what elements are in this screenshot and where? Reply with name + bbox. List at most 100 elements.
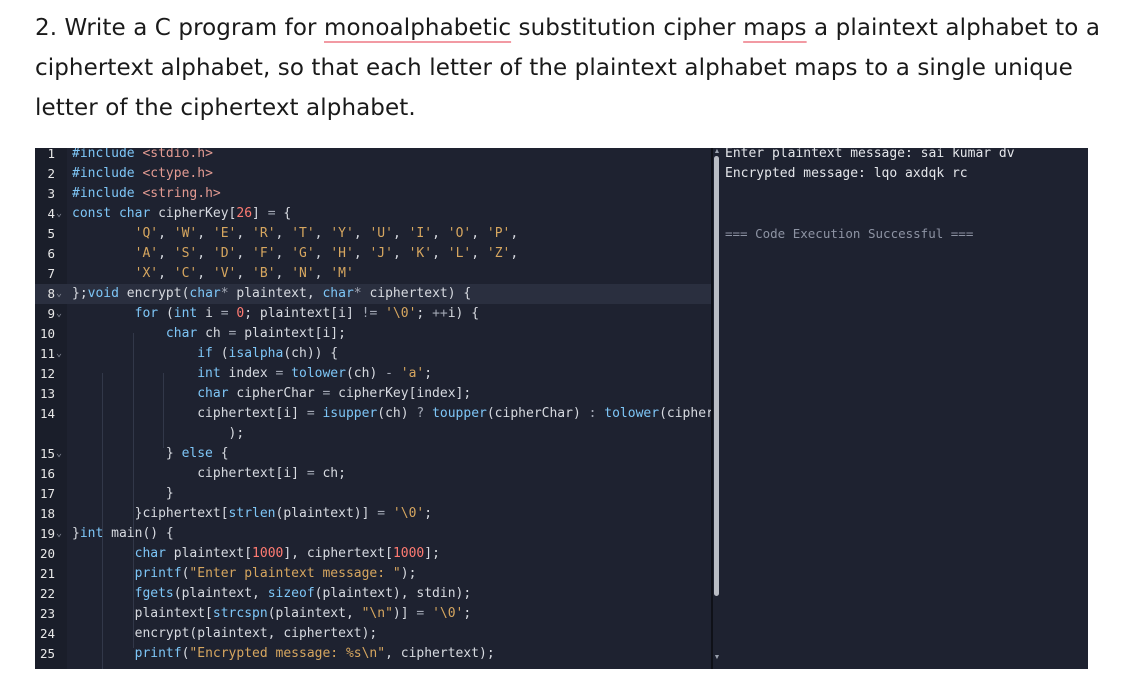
code-token: "\n" <box>361 606 393 621</box>
code-token: if <box>197 346 221 361</box>
line-number: 10 <box>39 326 55 341</box>
code-token: != <box>361 306 386 321</box>
code-token: ++ <box>432 306 448 321</box>
code-token: , <box>197 246 213 261</box>
code-token: printf <box>134 646 182 661</box>
code-line[interactable]: 6 'A', 'S', 'D', 'F', 'G', 'H', 'J', 'K'… <box>35 244 711 264</box>
code-line[interactable]: 23 plaintext[strcspn(plaintext, "\n")] =… <box>35 604 711 624</box>
code-token: , <box>353 226 370 241</box>
code-token: (plaintext)] <box>275 506 378 521</box>
code-editor[interactable]: 1 #include <stdio.h> 2 #include <ctype.h> 3 #… <box>35 148 711 669</box>
code-token: ? <box>416 406 433 421</box>
code-text: for (int i = 0; plaintext[i] != '\0'; ++… <box>72 304 479 324</box>
line-number: 19 <box>39 526 55 541</box>
code-line[interactable]: 22 fgets(plaintext, sizeof(plaintext), s… <box>35 584 711 604</box>
code-token: , <box>158 226 174 241</box>
code-line[interactable]: 4 ⌄ const char cipherKey[26] = { <box>35 204 711 224</box>
code-token: 'B' <box>252 266 276 281</box>
question-text: 2. Write a C program for monoalphabetic … <box>35 8 1105 128</box>
fold-chevron-icon[interactable]: ⌄ <box>56 284 62 304</box>
output-result-line: Encrypted message: lqo axdqk rc <box>725 166 968 181</box>
code-token: : <box>588 406 605 421</box>
code-token: ; <box>416 306 433 321</box>
code-token: , <box>392 246 409 261</box>
code-token: , ciphertext); <box>385 646 495 661</box>
code-token: 'U' <box>369 226 393 241</box>
code-line[interactable]: 1 #include <stdio.h> <box>35 148 711 164</box>
fold-chevron-icon[interactable]: ⌄ <box>56 304 62 324</box>
code-line[interactable]: 5 'Q', 'W', 'E', 'R', 'T', 'Y', 'U', 'I'… <box>35 224 711 244</box>
code-text: printf("Encrypted message: %s\n", cipher… <box>72 644 495 664</box>
code-token: * <box>353 286 370 301</box>
code-token: #include <box>72 166 143 181</box>
code-token: , <box>314 246 331 261</box>
line-number: 25 <box>39 646 55 661</box>
fold-chevron-icon[interactable]: ⌄ <box>56 444 62 464</box>
code-line[interactable]: 15 ⌄ } else { <box>35 444 711 464</box>
line-number: 16 <box>39 466 55 481</box>
code-line[interactable]: 2 #include <ctype.h> <box>35 164 711 184</box>
code-line[interactable]: 25 printf("Encrypted message: %s\n", cip… <box>35 644 711 664</box>
code-token: char <box>322 286 354 301</box>
line-number: 6 <box>47 246 55 261</box>
line-number: 8 <box>47 286 55 301</box>
fold-chevron-icon[interactable]: ⌄ <box>56 344 62 364</box>
scroll-up-arrow-icon[interactable]: ▲ <box>712 148 722 156</box>
code-token: 'K' <box>408 246 433 261</box>
code-token: , <box>314 266 331 281</box>
code-token: 'V' <box>212 266 237 281</box>
line-number: 24 <box>39 626 55 641</box>
line-number: 14 <box>39 406 55 421</box>
code-line[interactable]: 9 ⌄ for (int i = 0; plaintext[i] != '\0';… <box>35 304 711 324</box>
code-token: { <box>220 446 229 461</box>
line-number: 23 <box>39 606 55 621</box>
code-line[interactable]: 19 ⌄ }int main() { <box>35 524 711 544</box>
code-line[interactable]: 7 'X', 'C', 'V', 'B', 'N', 'M' <box>35 264 711 284</box>
code-line[interactable]: 13 char cipherChar = cipherKey[index]; <box>35 384 711 404</box>
code-token: ( <box>165 306 174 321</box>
code-line[interactable]: 3 #include <string.h> <box>35 184 711 204</box>
code-line[interactable]: 8 ⌄};void encrypt(char* plaintext, char* … <box>35 284 711 304</box>
code-line[interactable]: 24 encrypt(plaintext, ciphertext); <box>35 624 711 644</box>
fold-chevron-icon[interactable]: ⌄ <box>56 204 62 224</box>
code-line[interactable]: 20 char plaintext[1000], ciphertext[1000… <box>35 544 711 564</box>
code-text: }int main() { <box>72 524 174 544</box>
code-token: 'Y' <box>330 226 354 241</box>
code-token: tolower <box>604 406 660 421</box>
code-line[interactable]: 18 }ciphertext[strlen(plaintext)] = '\0'… <box>35 504 711 524</box>
code-token: encrypt( <box>126 286 190 301</box>
code-line[interactable]: 17 } <box>35 484 711 504</box>
code-line[interactable]: 16 ciphertext[i] = ch; <box>35 464 711 484</box>
code-line[interactable]: 11 ⌄ if (isalpha(ch)) { <box>35 344 711 364</box>
code-token: const char <box>72 206 159 221</box>
code-line[interactable]: 14 ciphertext[i] = isupper(ch) ? toupper… <box>35 404 711 424</box>
code-token: cipherKey[ <box>158 206 237 221</box>
code-token: ]; <box>424 546 440 561</box>
line-number: 12 <box>39 366 55 381</box>
code-text: char cipherChar = cipherKey[index]; <box>72 384 471 404</box>
question-part-1: 2. Write a C program for <box>35 15 324 41</box>
line-number: 22 <box>39 586 55 601</box>
code-line[interactable]: 12 int index = tolower(ch) - 'a'; <box>35 364 711 384</box>
line-number: 21 <box>39 566 55 581</box>
code-token: 1000 <box>392 546 425 561</box>
scroll-down-arrow-icon[interactable]: ▼ <box>712 654 722 662</box>
code-token: 'W' <box>173 226 198 241</box>
code-token: char <box>165 326 206 341</box>
fold-chevron-icon[interactable]: ⌄ <box>56 524 62 544</box>
code-line[interactable]: 10 char ch = plaintext[i]; <box>35 324 711 344</box>
code-line[interactable]: ); <box>35 424 711 444</box>
code-line[interactable]: 21 printf("Enter plaintext message: "); <box>35 564 711 584</box>
code-token: = <box>306 466 323 481</box>
spellcheck-word-maps: maps <box>743 15 807 41</box>
line-number: 1 <box>47 148 55 161</box>
code-token: plaintext, <box>236 286 323 301</box>
code-token: 'N' <box>291 266 315 281</box>
code-token: void <box>87 286 127 301</box>
code-text: #include <string.h> <box>72 184 221 204</box>
editor-scrollbar-thumb[interactable] <box>714 156 719 596</box>
line-number: 2 <box>47 166 55 181</box>
code-token: tolower <box>291 366 346 381</box>
code-token: , <box>275 226 292 241</box>
